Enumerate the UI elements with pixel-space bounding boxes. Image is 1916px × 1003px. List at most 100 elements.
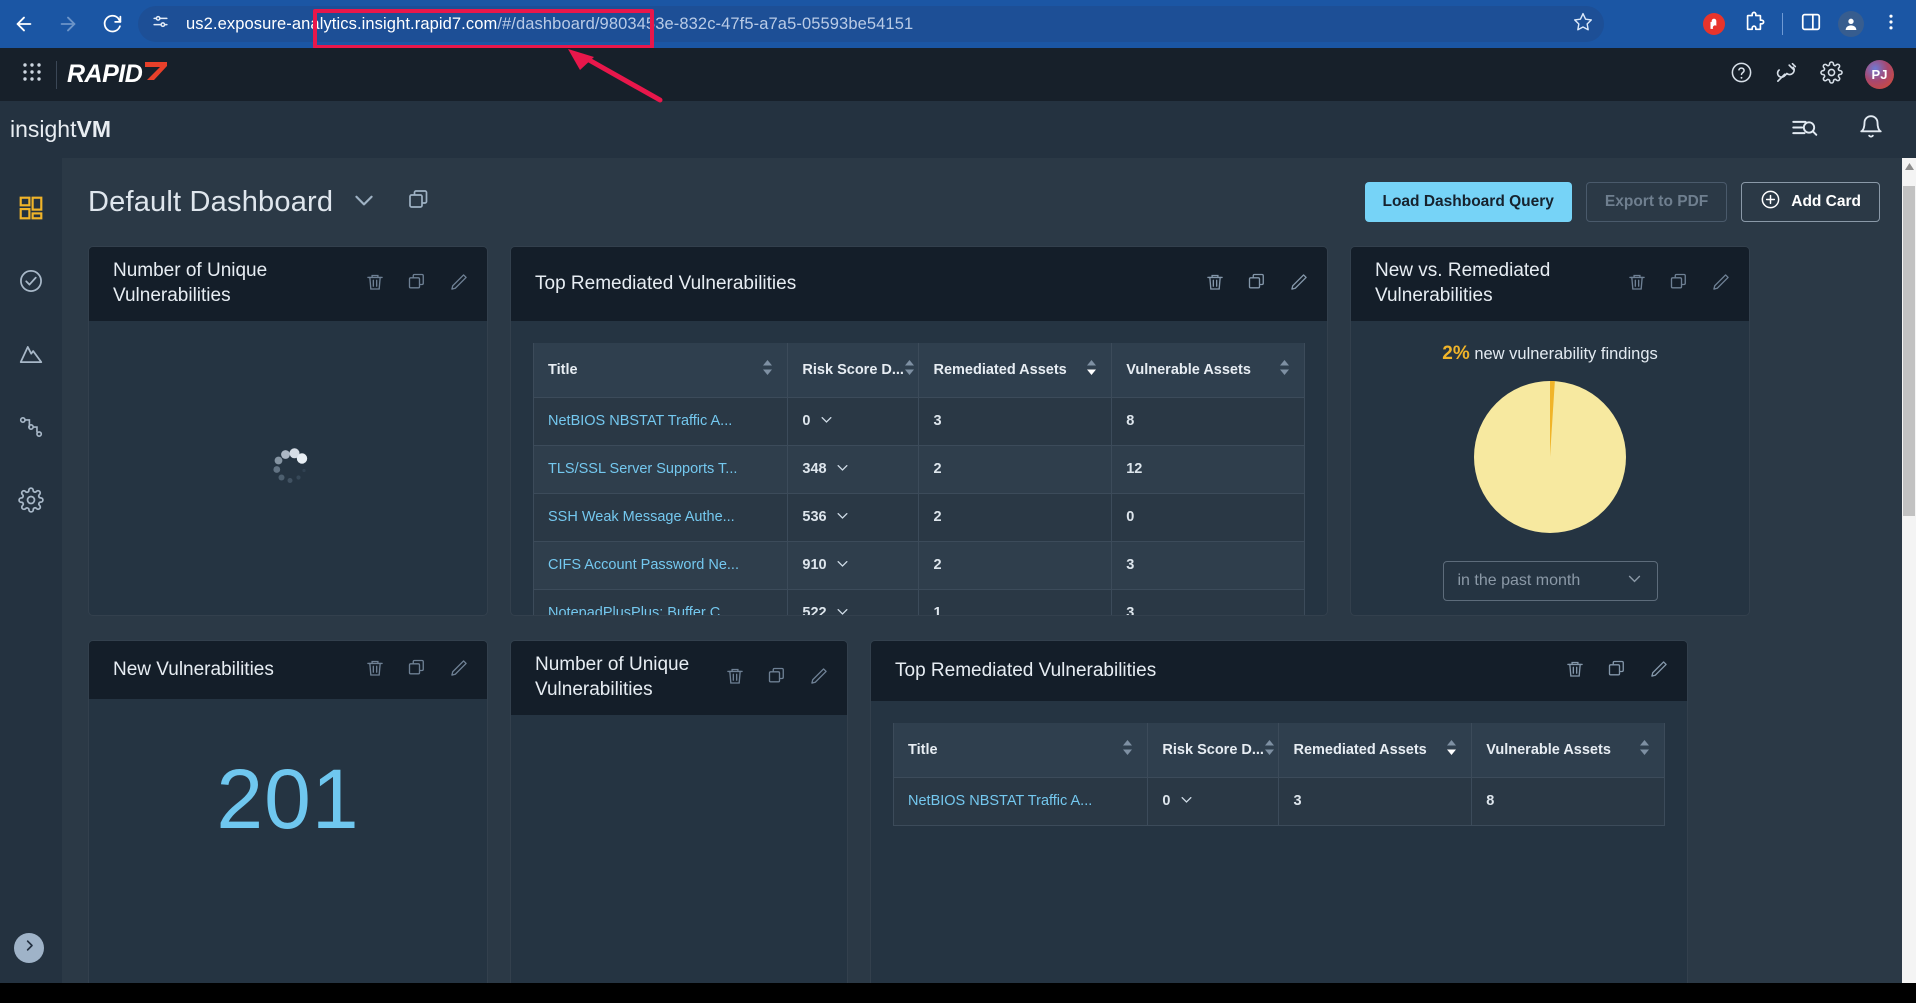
page-title: Default Dashboard [88, 185, 334, 218]
pencil-icon[interactable] [1711, 272, 1731, 297]
cell-title[interactable]: TLS/SSL Server Supports T... [532, 444, 789, 494]
sort-icon [1639, 739, 1650, 760]
page-scrollbar[interactable] [1902, 158, 1916, 1003]
sidebar-item-settings[interactable] [11, 482, 51, 522]
column-header-title[interactable]: Title [532, 343, 789, 398]
column-header-risk-score[interactable]: Risk Score D... [1147, 723, 1280, 778]
add-card-button[interactable]: Add Card [1741, 182, 1880, 222]
chevron-down-icon[interactable] [835, 460, 850, 479]
profile-button[interactable] [1832, 5, 1870, 43]
cell-title[interactable]: NetBIOS NBSTAT Traffic A... [892, 776, 1149, 826]
loading-spinner-icon [262, 440, 314, 497]
side-panel-button[interactable] [1792, 5, 1830, 43]
notification-bell-icon[interactable] [1858, 114, 1884, 145]
chevron-down-icon[interactable] [835, 508, 850, 527]
duplicate-icon[interactable] [1607, 659, 1627, 684]
column-header-vulnerable-assets[interactable]: Vulnerable Assets [1471, 723, 1665, 778]
cell-title[interactable]: SSH Weak Message Authe... [532, 492, 789, 542]
card-new-vs-remediated-vulnerabilities[interactable]: New vs. Remediated Vulnerabilities 2% ne… [1350, 246, 1750, 616]
cell-vulnerable-assets: 3 [1111, 540, 1305, 590]
duplicate-dashboard-button[interactable] [407, 188, 431, 217]
site-settings-icon [151, 12, 170, 36]
url-text[interactable]: us2.exposure-analytics.insight.rapid7.co… [186, 15, 913, 34]
column-header-remediated-assets[interactable]: Remediated Assets [918, 343, 1113, 398]
table-row[interactable]: NotepadPlusPlus: Buffer C... 522 1 3 [532, 588, 1305, 616]
cell-title[interactable]: CIFS Account Password Ne... [532, 540, 789, 590]
risk-value: 0 [1162, 793, 1171, 809]
period-select[interactable]: in the past month [1442, 561, 1658, 601]
card-top-remediated-vulnerabilities-2[interactable]: Top Remediated Vulnerabilities Title Ris… [870, 640, 1688, 1003]
scrollbar-thumb[interactable] [1903, 186, 1915, 516]
table-row[interactable]: TLS/SSL Server Supports T... 348 2 12 [532, 444, 1305, 494]
chevron-down-icon[interactable] [835, 604, 850, 616]
browser-menu-button[interactable] [1872, 5, 1910, 43]
chevron-down-icon[interactable] [1179, 792, 1194, 811]
sidebar-item-automation[interactable] [11, 409, 51, 449]
extensions-button[interactable] [1735, 5, 1773, 43]
table-row[interactable]: NetBIOS NBSTAT Traffic A... 0 3 8 [892, 776, 1665, 826]
address-bar[interactable]: us2.exposure-analytics.insight.rapid7.co… [138, 6, 1604, 49]
load-dashboard-query-button[interactable]: Load Dashboard Query [1364, 182, 1572, 222]
trash-icon[interactable] [365, 658, 385, 683]
user-avatar[interactable]: PJ [1865, 60, 1894, 89]
extension-badge-button[interactable] [1695, 5, 1733, 43]
column-header-title[interactable]: Title [892, 723, 1149, 778]
pencil-icon[interactable] [1649, 659, 1669, 684]
card-top-remediated-vulnerabilities-1[interactable]: Top Remediated Vulnerabilities Title Ris… [510, 246, 1328, 616]
chevron-down-icon[interactable] [819, 412, 834, 431]
rail-expand-button[interactable] [14, 933, 44, 963]
card-new-vulnerabilities[interactable]: New Vulnerabilities 201 [88, 640, 488, 1003]
gear-icon[interactable] [1820, 60, 1843, 89]
forward-button[interactable] [48, 4, 88, 44]
duplicate-icon[interactable] [767, 666, 787, 691]
column-header-risk-score[interactable]: Risk Score D... [787, 343, 920, 398]
card-tools [365, 272, 469, 297]
export-to-pdf-button[interactable]: Export to PDF [1585, 182, 1728, 222]
pencil-icon[interactable] [449, 272, 469, 297]
table-row[interactable]: CIFS Account Password Ne... 910 2 3 [532, 540, 1305, 590]
cell-title[interactable]: NotepadPlusPlus: Buffer C... [532, 588, 789, 615]
pie-chart[interactable] [1474, 380, 1626, 533]
trash-icon[interactable] [1627, 272, 1647, 297]
column-header-vulnerable-assets[interactable]: Vulnerable Assets [1111, 343, 1305, 398]
bookmark-button[interactable] [1568, 9, 1598, 39]
pencil-icon[interactable] [449, 658, 469, 683]
app-switcher-button[interactable] [12, 55, 52, 95]
search-list-icon[interactable] [1791, 114, 1818, 146]
pencil-icon[interactable] [809, 666, 829, 691]
cell-title[interactable]: NetBIOS NBSTAT Traffic A... [532, 396, 789, 446]
sidebar-item-risk[interactable] [11, 336, 51, 376]
sidebar-item-dashboard[interactable] [11, 190, 51, 230]
duplicate-icon[interactable] [1247, 272, 1267, 297]
card-body: 201 [89, 699, 487, 1003]
card-number-of-unique-vulnerabilities-1[interactable]: Number of Unique Vulnerabilities [88, 246, 488, 616]
pencil-icon[interactable] [1289, 272, 1309, 297]
duplicate-icon[interactable] [407, 658, 427, 683]
duplicate-icon[interactable] [1669, 272, 1689, 297]
dashboard-selector-button[interactable] [351, 187, 377, 218]
puzzle-piece-icon [1743, 11, 1765, 38]
trash-icon[interactable] [725, 666, 745, 691]
trash-icon[interactable] [1205, 272, 1225, 297]
card-tools [725, 666, 829, 691]
cell-remediated-assets: 3 [1278, 776, 1473, 826]
sidebar-item-remediation[interactable] [11, 263, 51, 303]
reload-button[interactable] [92, 4, 132, 44]
column-header-remediated-assets[interactable]: Remediated Assets [1278, 723, 1473, 778]
table-row[interactable]: SSH Weak Message Authe... 536 2 0 [532, 492, 1305, 542]
duplicate-icon[interactable] [407, 272, 427, 297]
chevron-down-icon[interactable] [835, 556, 850, 575]
back-button[interactable] [4, 4, 44, 44]
plug-icon[interactable] [1775, 61, 1798, 89]
table-row[interactable]: NetBIOS NBSTAT Traffic A... 0 3 8 [532, 396, 1305, 446]
help-circle-icon[interactable] [1730, 61, 1753, 89]
rapid7-logo[interactable]: RAPID [67, 59, 169, 90]
scroll-up-arrow-icon[interactable] [1902, 158, 1916, 174]
risk-value: 536 [802, 509, 827, 525]
card-number-of-unique-vulnerabilities-2[interactable]: Number of Unique Vulnerabilities [510, 640, 848, 1003]
trash-icon[interactable] [1565, 659, 1585, 684]
expand-card-link[interactable]: Expand Card [1373, 615, 1481, 616]
trash-icon[interactable] [365, 272, 385, 297]
site-settings-button[interactable] [142, 6, 178, 42]
card-footer: Expand Card [1351, 601, 1749, 616]
